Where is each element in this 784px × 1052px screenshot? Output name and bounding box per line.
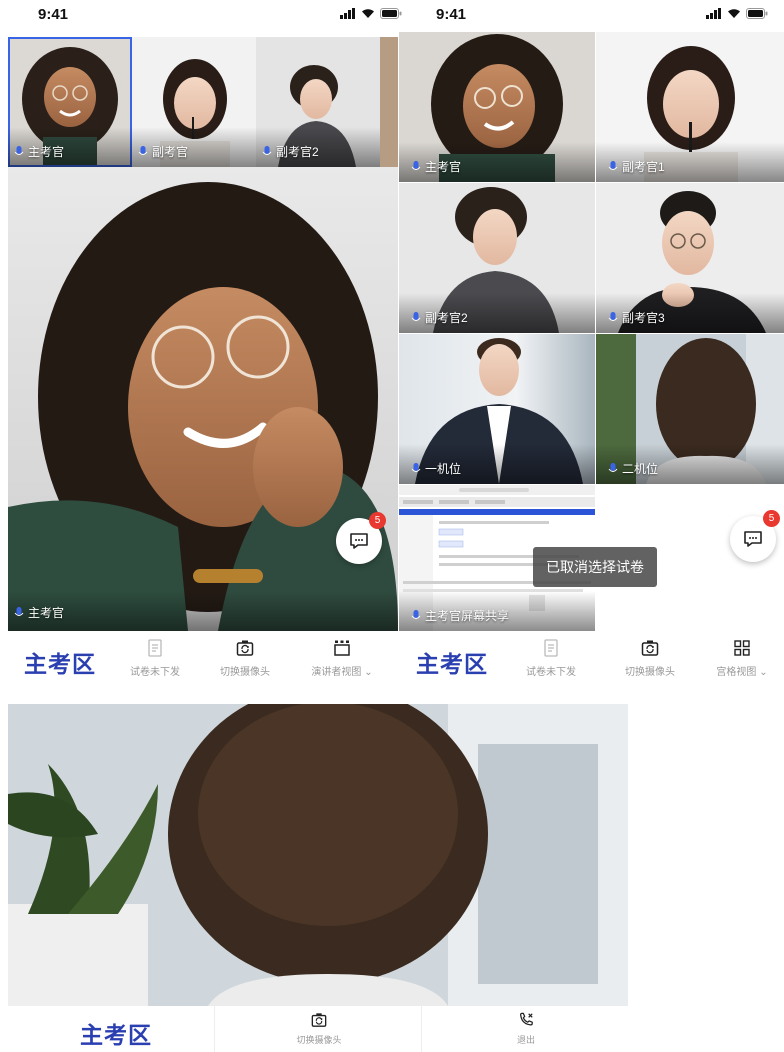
mic-icon bbox=[411, 311, 421, 321]
chat-button[interactable]: 5 bbox=[730, 510, 780, 562]
document-icon bbox=[148, 639, 162, 657]
grid-tile-chief-examiner[interactable]: 主考官 bbox=[399, 32, 595, 182]
chevron-down-icon: ⌄ bbox=[364, 667, 373, 678]
view-mode-dropdown[interactable]: 演讲者视图 ⌄ bbox=[302, 639, 382, 678]
view-mode-dropdown[interactable]: 宫格视图 ⌄ bbox=[702, 639, 782, 678]
paper-not-sent-button[interactable]: 试卷未下发 bbox=[115, 639, 195, 678]
thumb-chief-examiner[interactable]: 主考官 bbox=[8, 37, 132, 167]
hang-up-icon bbox=[520, 1012, 533, 1026]
mic-icon bbox=[608, 462, 618, 472]
brand-title: 主考区 bbox=[24, 651, 96, 677]
mic-icon bbox=[411, 609, 421, 619]
unread-badge: 5 bbox=[369, 512, 386, 529]
participant-video bbox=[8, 167, 398, 631]
thumb-deputy-examiner-2[interactable]: 副考官2 bbox=[256, 37, 380, 167]
thumb-partial[interactable] bbox=[380, 37, 398, 167]
mic-icon bbox=[262, 145, 272, 155]
camera-switch-icon bbox=[311, 1013, 327, 1027]
mic-icon bbox=[138, 145, 148, 155]
exit-button[interactable]: 退出 bbox=[486, 1012, 566, 1046]
chat-icon bbox=[744, 531, 762, 547]
grid-view-icon bbox=[734, 640, 750, 656]
switch-camera-button[interactable]: 切换摄像头 bbox=[610, 639, 690, 678]
grid-tile-camera-2[interactable]: 二机位 bbox=[596, 334, 784, 484]
participant-label: 副考官1 bbox=[608, 158, 665, 175]
toast-message: 已取消选择试卷 bbox=[533, 547, 657, 587]
status-icons bbox=[706, 8, 768, 19]
bottom-toolbar-speaker: 主考区 试卷未下发 切换摄像头 演讲者视图 ⌄ bbox=[0, 633, 392, 683]
grid-tile-camera-1[interactable]: 一机位 bbox=[399, 334, 595, 484]
bottom-toolbar-grid: 主考区 试卷未下发 切换摄像头 宫格视图 ⌄ bbox=[398, 633, 784, 683]
battery-icon bbox=[746, 8, 768, 19]
participant-label: 副考官2 bbox=[262, 143, 319, 160]
mic-icon bbox=[608, 311, 618, 321]
status-time: 9:41 bbox=[38, 6, 69, 23]
signal-icon bbox=[706, 8, 721, 19]
status-bar-left: 9:41 bbox=[0, 0, 402, 32]
participant-label: 一机位 bbox=[411, 460, 461, 477]
participant-label: 副考官2 bbox=[411, 309, 468, 326]
participant-label: 主考官 bbox=[14, 604, 64, 621]
camera-switch-icon bbox=[641, 640, 659, 656]
participant-label: 二机位 bbox=[608, 460, 658, 477]
chevron-down-icon: ⌄ bbox=[759, 667, 768, 678]
participant-label: 副考官 bbox=[138, 143, 188, 160]
grid-tile-deputy-examiner-2[interactable]: 副考官2 bbox=[399, 183, 595, 333]
wifi-icon bbox=[362, 9, 374, 18]
brand-title: 主考区 bbox=[416, 651, 488, 677]
speaker-view-icon bbox=[334, 640, 350, 656]
document-icon bbox=[544, 639, 558, 657]
switch-camera-button[interactable]: 切换摄像头 bbox=[279, 1012, 359, 1046]
mic-icon bbox=[411, 160, 421, 170]
status-bar-right: 9:41 bbox=[398, 0, 784, 32]
wifi-icon bbox=[728, 9, 740, 18]
mic-icon bbox=[411, 462, 421, 472]
participant-label: 副考官3 bbox=[608, 309, 665, 326]
bottom-toolbar-landscape: 主考区 切换摄像头 退出 bbox=[8, 1006, 628, 1052]
switch-camera-button[interactable]: 切换摄像头 bbox=[205, 639, 285, 678]
landscape-camera-video[interactable] bbox=[8, 704, 628, 1006]
main-speaker-video[interactable]: 主考官 bbox=[8, 167, 398, 631]
participant-label: 主考官屏幕共享 bbox=[411, 607, 509, 624]
toolbar-divider bbox=[214, 1006, 215, 1052]
mic-icon bbox=[14, 145, 24, 155]
status-time: 9:41 bbox=[436, 6, 467, 23]
status-icons bbox=[340, 8, 402, 19]
grid-tile-deputy-examiner-1[interactable]: 副考官1 bbox=[596, 32, 784, 182]
signal-icon bbox=[340, 8, 355, 19]
grid-tile-deputy-examiner-3[interactable]: 副考官3 bbox=[596, 183, 784, 333]
unread-badge: 5 bbox=[763, 510, 780, 527]
participant-label: 主考官 bbox=[411, 158, 461, 175]
thumb-deputy-examiner[interactable]: 副考官 bbox=[132, 37, 256, 167]
brand-title: 主考区 bbox=[80, 1022, 152, 1048]
paper-not-sent-button[interactable]: 试卷未下发 bbox=[511, 639, 591, 678]
toolbar-divider bbox=[421, 1006, 422, 1052]
participant-label: 主考官 bbox=[14, 143, 64, 160]
camera-switch-icon bbox=[236, 640, 254, 656]
chat-button[interactable]: 5 bbox=[336, 512, 386, 564]
chat-icon bbox=[350, 533, 368, 549]
mic-icon bbox=[14, 606, 24, 616]
participant-video bbox=[8, 704, 628, 1006]
mic-icon bbox=[608, 160, 618, 170]
